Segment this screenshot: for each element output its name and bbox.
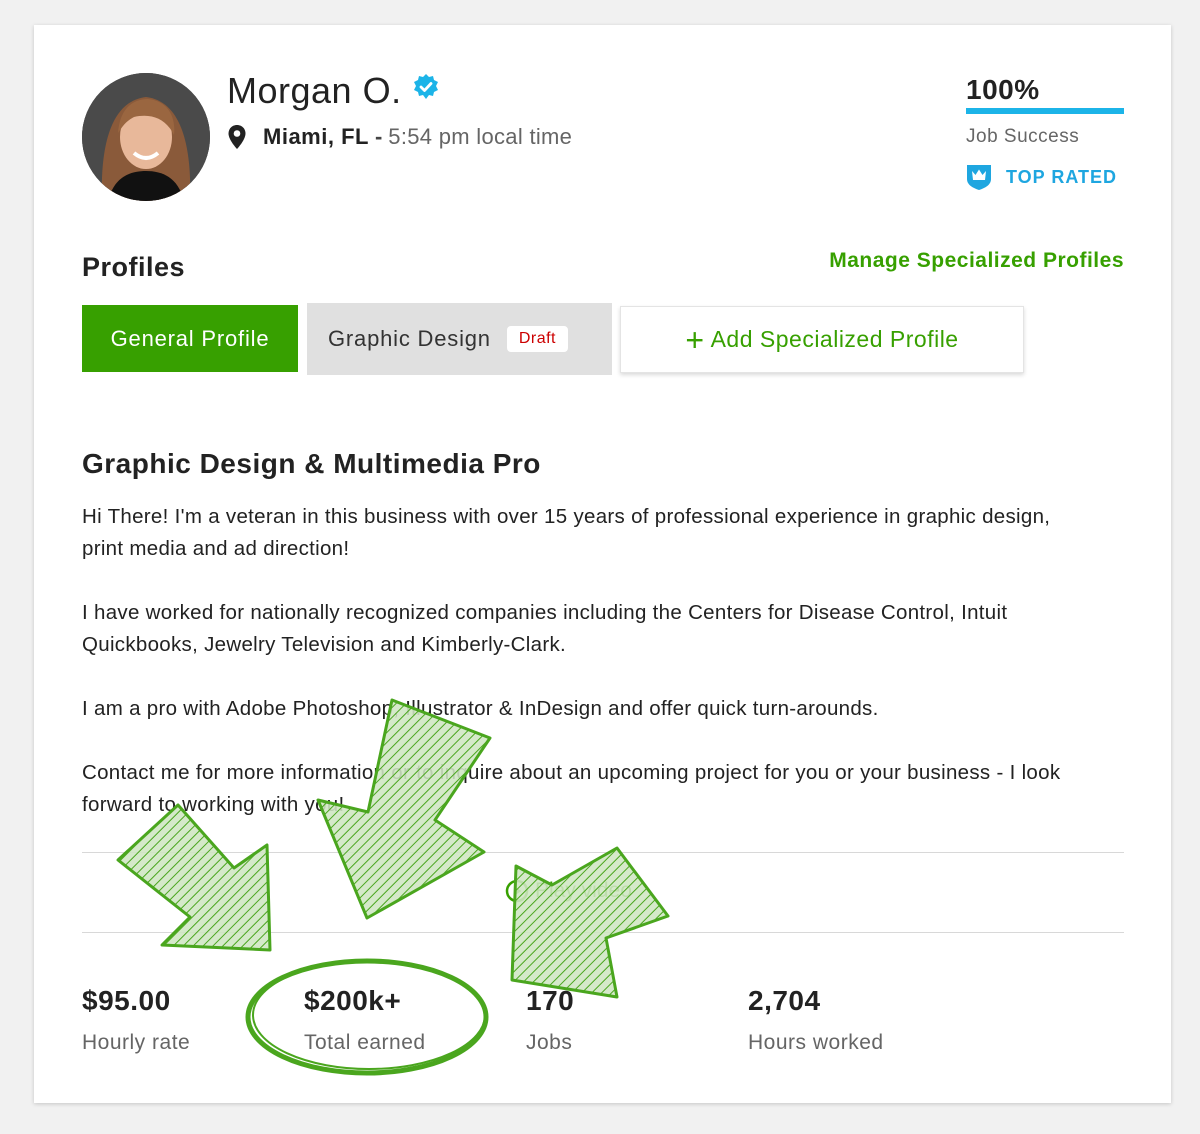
verified-badge-icon <box>412 73 440 101</box>
add-specialized-profile-label: Add Specialized Profile <box>710 326 959 352</box>
overview-paragraph: I have worked for nationally recognized … <box>82 601 1008 656</box>
location-city: Miami, FL <box>263 124 369 149</box>
overview-paragraph: Contact me for more information or to in… <box>82 761 1061 816</box>
stat-hourly-rate: $95.00 Hourly rate <box>82 985 304 1055</box>
stat-label: Hourly rate <box>82 1031 191 1054</box>
stat-label: Total earned <box>304 1031 426 1054</box>
tab-graphic-design-label: Graphic Design <box>328 326 491 351</box>
add-specialized-profile-button[interactable]: + Add Specialized Profile <box>620 306 1024 373</box>
location-row: Miami, FL - 5:54 pm local time <box>227 124 572 150</box>
job-success-bar-fill <box>966 108 1124 114</box>
job-success-label: Job Success <box>966 126 1080 147</box>
top-rated-badge[interactable]: TOP RATED <box>966 163 1117 191</box>
top-rated-label: TOP RATED <box>1006 166 1118 187</box>
profile-headline: Graphic Design & Multimedia Pro <box>82 448 541 479</box>
tab-graphic-design[interactable]: Graphic Design Draft <box>307 303 612 375</box>
stat-value: $95.00 <box>82 985 171 1016</box>
profile-name: Morgan O. <box>227 70 402 111</box>
stat-jobs: 170 Jobs <box>526 985 748 1055</box>
manage-specialized-profiles-link[interactable]: Manage Specialized Profiles <box>829 249 1124 273</box>
divider <box>82 852 1124 853</box>
local-time: 5:54 pm local time <box>388 124 573 149</box>
profiles-heading: Profiles <box>82 252 186 282</box>
stat-value: 170 <box>526 985 575 1016</box>
draft-badge: Draft <box>506 326 568 352</box>
job-success-bar <box>966 108 1124 114</box>
play-circle-icon <box>505 879 529 903</box>
plus-icon: + <box>685 321 705 358</box>
location-separator: - <box>374 124 383 149</box>
crown-shield-icon <box>967 165 991 190</box>
tab-general-profile[interactable]: General Profile <box>82 305 298 372</box>
overview-paragraph: I am a pro with Adobe Photoshop, Illustr… <box>82 697 879 720</box>
stat-label: Jobs <box>526 1031 573 1054</box>
overview-paragraph: Hi There! I'm a veteran in this business… <box>82 505 1051 560</box>
avatar[interactable] <box>82 73 210 201</box>
play-video-link[interactable]: Play video <box>505 879 632 903</box>
stat-value: $200k+ <box>304 985 402 1016</box>
divider <box>82 932 1124 933</box>
stats-row: $95.00 Hourly rate $200k+ Total earned 1… <box>82 985 970 1055</box>
stat-label: Hours worked <box>748 1031 884 1054</box>
play-video-label: Play video <box>535 879 632 902</box>
profile-overview: Hi There! I'm a veteran in this business… <box>82 501 1082 853</box>
name-row: Morgan O. <box>227 70 440 112</box>
job-success-percent: 100% <box>966 74 1040 105</box>
map-pin-icon <box>228 125 246 149</box>
job-success-widget[interactable]: 100% Job Success <box>966 74 1124 148</box>
stat-value: 2,704 <box>748 985 821 1016</box>
stat-total-earned: $200k+ Total earned <box>304 985 526 1055</box>
stat-hours-worked: 2,704 Hours worked <box>748 985 970 1055</box>
